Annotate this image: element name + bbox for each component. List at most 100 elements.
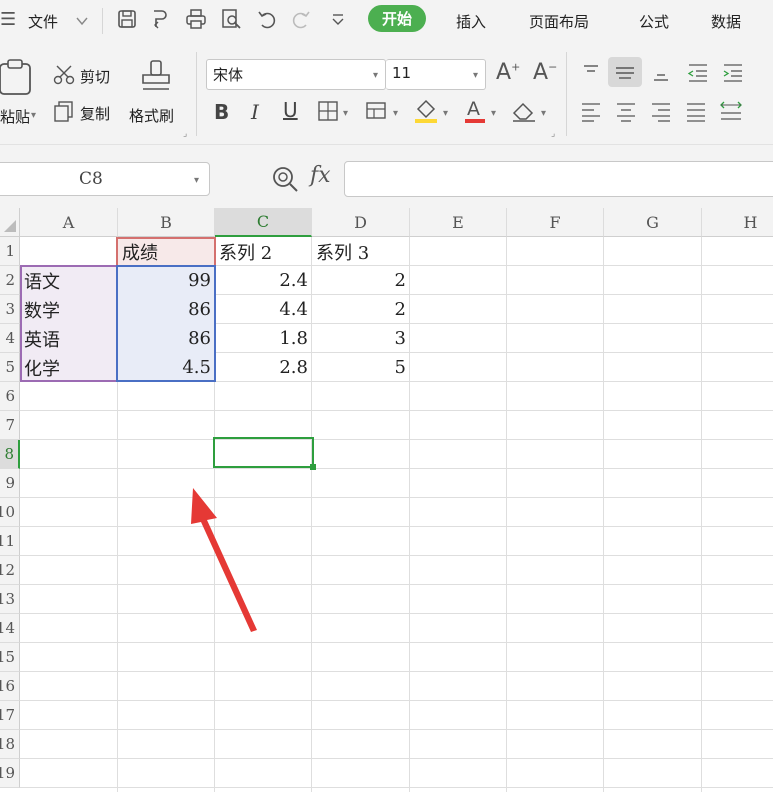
justify-icon[interactable] [685,101,707,127]
row-header-3[interactable]: 3 [0,295,20,324]
row-header-5[interactable]: 5 [0,353,20,382]
tab-data[interactable]: 数据 [711,11,741,32]
export-pdf-icon[interactable] [149,8,171,34]
fill-color-dropdown-icon[interactable]: ▾ [443,108,448,119]
data-cell[interactable]: 99 [118,266,215,295]
data-cell[interactable]: 4.4 [215,295,312,324]
row-header-9[interactable]: 9 [0,469,20,498]
font-name-dropdown-icon[interactable]: ▾ [373,70,378,81]
copy-button[interactable]: 复制 [80,103,110,124]
column-header-h[interactable]: H [702,208,773,237]
row-header-15[interactable]: 15 [0,643,20,672]
select-all-corner[interactable] [0,208,20,237]
column-header-d[interactable]: D [312,208,410,237]
row-header-10[interactable]: 10 [0,498,20,527]
print-icon[interactable] [185,8,207,34]
format-painter-icon[interactable] [140,59,172,99]
distributed-align-icon[interactable] [718,99,744,127]
column-header-f[interactable]: F [507,208,604,237]
name-box[interactable]: C8 ▾ [0,162,210,196]
cut-button[interactable]: 剪切 [80,66,110,87]
borders-dropdown-icon[interactable]: ▾ [343,108,348,119]
fill-handle[interactable] [310,464,316,470]
undo-icon[interactable] [256,8,278,34]
header-cell[interactable]: 系列 2 [219,237,312,266]
row-header-16[interactable]: 16 [0,672,20,701]
row-header-6[interactable]: 6 [0,382,20,411]
decrease-indent-icon[interactable] [686,62,710,88]
row-header-19[interactable]: 19 [0,759,20,788]
align-center-icon[interactable] [615,101,637,127]
fx-icon[interactable]: fx [310,163,331,188]
increase-font-size-icon[interactable]: A+ [496,60,520,85]
column-header-c[interactable]: C [215,208,312,237]
selected-cell[interactable] [213,437,314,468]
column-header-a[interactable]: A [20,208,118,237]
row-header-14[interactable]: 14 [0,614,20,643]
data-cell[interactable]: 4.5 [118,353,215,382]
data-cell[interactable]: 86 [118,295,215,324]
clear-format-dropdown-icon[interactable]: ▾ [541,108,546,119]
customize-toolbar-icon[interactable] [330,10,346,32]
clipboard-dialog-launcher[interactable]: ⌟ [183,129,187,139]
row-header-2[interactable]: 2 [0,266,20,295]
row-header-13[interactable]: 13 [0,585,20,614]
data-cell[interactable]: 2 [312,266,410,295]
row-header-18[interactable]: 18 [0,730,20,759]
row-header-1[interactable]: 1 [0,237,20,266]
hamburger-menu-icon[interactable]: ☰ [0,11,16,29]
align-middle-button[interactable] [608,57,642,87]
increase-indent-icon[interactable] [721,62,745,88]
paste-dropdown-icon[interactable]: ▾ [31,110,36,121]
clear-format-icon[interactable] [511,99,537,127]
align-bottom-icon[interactable] [650,62,672,88]
font-size-select[interactable]: 11 [386,59,486,90]
align-top-icon[interactable] [580,62,602,86]
data-cell[interactable]: 数学 [24,295,118,324]
formula-input[interactable] [344,161,773,197]
data-cell[interactable]: 86 [118,324,215,353]
row-header-17[interactable]: 17 [0,701,20,730]
align-left-icon[interactable] [580,101,602,127]
fill-color-icon[interactable] [413,97,439,129]
borders-icon[interactable] [317,100,339,126]
name-box-dropdown-icon[interactable]: ▾ [194,175,199,186]
row-header-7[interactable]: 7 [0,411,20,440]
save-icon[interactable] [116,8,138,34]
italic-icon[interactable]: I [251,100,259,124]
data-cell[interactable]: 3 [312,324,410,353]
align-right-icon[interactable] [650,101,672,127]
column-header-g[interactable]: G [604,208,702,237]
data-cell[interactable]: 2.4 [215,266,312,295]
scissors-icon[interactable] [53,64,75,90]
tab-formulas[interactable]: 公式 [639,11,669,32]
font-dialog-launcher[interactable]: ⌟ [551,129,555,139]
file-menu[interactable]: 文件 [28,11,58,32]
font-color-icon[interactable]: A [463,97,487,129]
column-header-b[interactable]: B [118,208,215,237]
redo-icon[interactable] [290,8,312,34]
data-cell[interactable]: 5 [312,353,410,382]
tab-insert[interactable]: 插入 [456,11,486,32]
decrease-font-size-icon[interactable]: A− [533,60,557,85]
data-cell[interactable]: 2.8 [215,353,312,382]
column-header-e[interactable]: E [410,208,507,237]
paste-button[interactable]: 粘贴 [0,106,30,127]
header-cell[interactable]: 成绩 [122,237,215,266]
print-preview-icon[interactable] [220,8,242,34]
paste-icon[interactable] [0,58,34,102]
copy-icon[interactable] [53,100,75,126]
underline-icon[interactable]: U [283,98,298,122]
data-cell[interactable]: 语文 [24,266,118,295]
chevron-down-icon[interactable] [75,13,89,32]
tab-home[interactable]: 开始 [368,5,427,32]
font-color-dropdown-icon[interactable]: ▾ [491,108,496,119]
row-header-12[interactable]: 12 [0,556,20,585]
format-painter-button[interactable]: 格式刷 [129,105,174,126]
font-name-select[interactable]: 宋体 [206,59,386,90]
data-cell[interactable]: 英语 [24,324,118,353]
header-cell[interactable]: 系列 3 [316,237,410,266]
tab-page-layout[interactable]: 页面布局 [529,11,589,32]
row-header-8[interactable]: 8 [0,440,20,469]
data-cell[interactable]: 2 [312,295,410,324]
